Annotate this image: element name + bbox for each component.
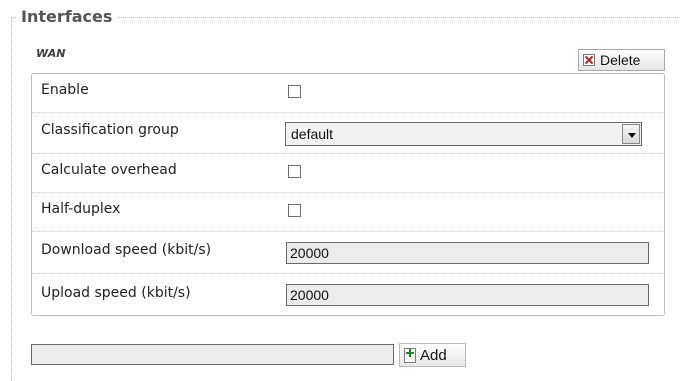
calculate-overhead-label: Calculate overhead bbox=[41, 162, 177, 178]
row-half-duplex: Half-duplex bbox=[32, 193, 664, 232]
download-speed-input[interactable]: 20000 bbox=[286, 242, 649, 264]
download-speed-label: Download speed (kbit/s) bbox=[41, 242, 212, 258]
classification-group-select[interactable]: default bbox=[285, 122, 642, 146]
row-download-speed: Download speed (kbit/s) 20000 bbox=[32, 232, 664, 274]
upload-speed-input[interactable]: 20000 bbox=[286, 284, 649, 306]
row-upload-speed: Upload speed (kbit/s) 20000 bbox=[32, 274, 664, 315]
delete-button[interactable]: Delete bbox=[578, 49, 665, 71]
row-calculate-overhead: Calculate overhead bbox=[32, 154, 664, 193]
wan-settings-panel: Enable Classification group default Calc… bbox=[31, 73, 665, 316]
half-duplex-label: Half-duplex bbox=[41, 201, 121, 217]
classification-group-value: default bbox=[291, 126, 334, 142]
enable-label: Enable bbox=[41, 82, 89, 98]
delete-button-label: Delete bbox=[600, 52, 641, 68]
classification-group-label: Classification group bbox=[41, 122, 179, 138]
row-classification-group: Classification group default bbox=[32, 113, 664, 154]
chevron-down-icon[interactable] bbox=[622, 124, 640, 144]
add-button[interactable]: Add bbox=[399, 343, 466, 367]
half-duplex-checkbox[interactable] bbox=[288, 204, 301, 217]
add-button-label: Add bbox=[420, 346, 447, 364]
calculate-overhead-checkbox[interactable] bbox=[288, 165, 301, 178]
new-section-name-input[interactable] bbox=[31, 344, 394, 365]
section-title: WAN bbox=[36, 47, 66, 60]
upload-speed-label: Upload speed (kbit/s) bbox=[41, 285, 191, 301]
enable-checkbox[interactable] bbox=[288, 85, 301, 98]
row-enable: Enable bbox=[32, 74, 664, 113]
delete-icon bbox=[583, 54, 595, 66]
add-icon bbox=[404, 347, 416, 363]
fieldset-legend: Interfaces bbox=[17, 6, 117, 28]
